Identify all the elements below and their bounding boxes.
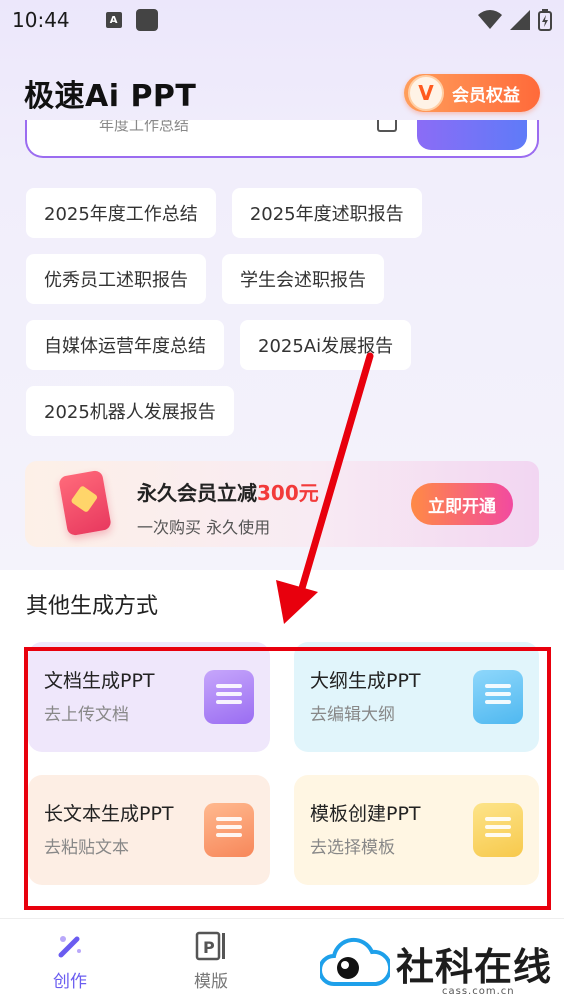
chip-row: 2025年度工作总结 2025年度述职报告 — [26, 188, 540, 238]
svg-text:P: P — [203, 938, 215, 957]
nav-item-templates[interactable]: P 模版 — [181, 929, 241, 992]
vip-benefits-button[interactable]: V 会员权益 — [404, 74, 540, 112]
section-title: 其他生成方式 — [26, 594, 159, 619]
suggestion-chip[interactable]: 2025年度述职报告 — [231, 188, 422, 238]
watermark: 社科在线 cass.com.cn — [318, 930, 558, 1004]
membership-promo-banner[interactable]: 永久会员立减300元 一次购买 永久使用 立即开通 — [25, 461, 539, 547]
suggestion-chips: 2025年度工作总结 2025年度述职报告 优秀员工述职报告 学生会述职报告 自… — [26, 188, 540, 452]
chip-row: 2025机器人发展报告 — [26, 386, 540, 436]
vip-badge-icon: V — [408, 75, 444, 111]
suggestion-chip[interactable]: 学生会述职报告 — [222, 254, 384, 304]
promo-title-prefix: 永久会员立减 — [137, 481, 257, 505]
app-notification-icon — [135, 9, 158, 31]
cloud-logo-icon — [320, 937, 390, 986]
accessibility-notification-icon: A — [105, 12, 122, 28]
page-title: 极速Ai PPT — [24, 79, 197, 114]
status-bar: 10:44 A — [0, 0, 564, 40]
promo-text: 永久会员立减300元 一次购买 永久使用 — [137, 477, 319, 538]
red-envelope-icon — [58, 469, 112, 537]
suggestion-chip[interactable]: 2025年度工作总结 — [26, 188, 216, 238]
wifi-icon — [478, 10, 502, 29]
attachment-icon[interactable] — [377, 120, 397, 132]
chip-row: 优秀员工述职报告 学生会述职报告 — [26, 254, 540, 304]
promo-discount-amount: 300元 — [257, 481, 319, 505]
topic-input-text: 年度工作总结 — [99, 120, 190, 134]
watermark-url: cass.com.cn — [442, 986, 515, 997]
suggestion-chip[interactable]: 2025Ai发展报告 — [240, 320, 412, 370]
promo-subtitle: 一次购买 永久使用 — [137, 518, 271, 537]
nav-label: 模版 — [194, 972, 228, 992]
nav-label: 创作 — [53, 972, 87, 992]
signal-icon — [510, 10, 530, 30]
promo-title: 永久会员立减300元 — [137, 477, 319, 506]
chip-row: 自媒体运营年度总结 2025Ai发展报告 — [26, 320, 540, 370]
magic-wand-icon — [53, 929, 87, 963]
topic-input-box[interactable]: 年度工作总结 — [25, 120, 539, 158]
app-header: 极速Ai PPT V 会员权益 — [24, 70, 540, 116]
annotation-highlight-box — [24, 647, 551, 910]
battery-icon — [538, 9, 552, 31]
watermark-text: 社科在线 — [396, 944, 553, 989]
status-indicators — [478, 9, 552, 31]
suggestion-chip[interactable]: 自媒体运营年度总结 — [26, 320, 224, 370]
nav-item-create[interactable]: 创作 — [40, 929, 100, 992]
suggestion-chip[interactable]: 2025机器人发展报告 — [26, 386, 234, 436]
suggestion-chip[interactable]: 优秀员工述职报告 — [26, 254, 206, 304]
status-time: 10:44 — [12, 8, 70, 32]
vip-benefits-label: 会员权益 — [452, 85, 520, 106]
activate-membership-button[interactable]: 立即开通 — [411, 483, 513, 525]
generate-button[interactable] — [417, 120, 527, 150]
ppt-icon: P — [194, 929, 228, 963]
